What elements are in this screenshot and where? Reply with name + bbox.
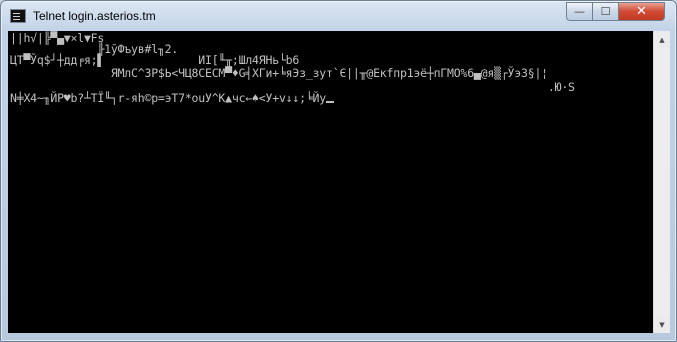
console-line: N╪Х4~╖ЙР♥b?┴ТЇ╙┐r-яh©р=эТ7*оuУ^К▲чс←♠<У+… (10, 91, 335, 105)
window-title: Telnet login.asterios.tm (33, 9, 156, 23)
scroll-down-arrow-icon[interactable]: ▼ (654, 316, 670, 333)
console-app-icon[interactable] (10, 9, 26, 23)
text-cursor (326, 101, 335, 103)
title-bar[interactable]: Telnet login.asterios.tm — ☐ ✕ (1, 1, 676, 31)
console-line: ЯМлС^3Р$Ь<ЧЦ8СЕСМ▀♦G╡ХГи+╘яЭз_зут`Є||╥@Е… (10, 66, 548, 80)
close-button[interactable]: ✕ (618, 2, 665, 21)
console-output-area[interactable]: ||h√|╠▀▄▼×l▼Fs ╟1ўФъув#l╖2. ЦТ▀Ўq$┘┼дд╒я… (8, 31, 653, 333)
scroll-up-arrow-icon[interactable]: ▲ (654, 31, 670, 48)
telnet-window: Telnet login.asterios.tm — ☐ ✕ ||h√|╠▀▄▼… (0, 0, 677, 342)
vertical-scrollbar[interactable]: ▲ ▼ (653, 31, 670, 333)
minimize-button[interactable]: — (566, 2, 593, 21)
scrollbar-track[interactable] (654, 48, 670, 316)
console-line-text: N╪Х4~╖ЙР♥b?┴ТЇ╙┐r-яh©р=эТ7*оuУ^К▲чс←♠<У+… (10, 91, 327, 105)
maximize-button[interactable]: ☐ (592, 2, 619, 21)
